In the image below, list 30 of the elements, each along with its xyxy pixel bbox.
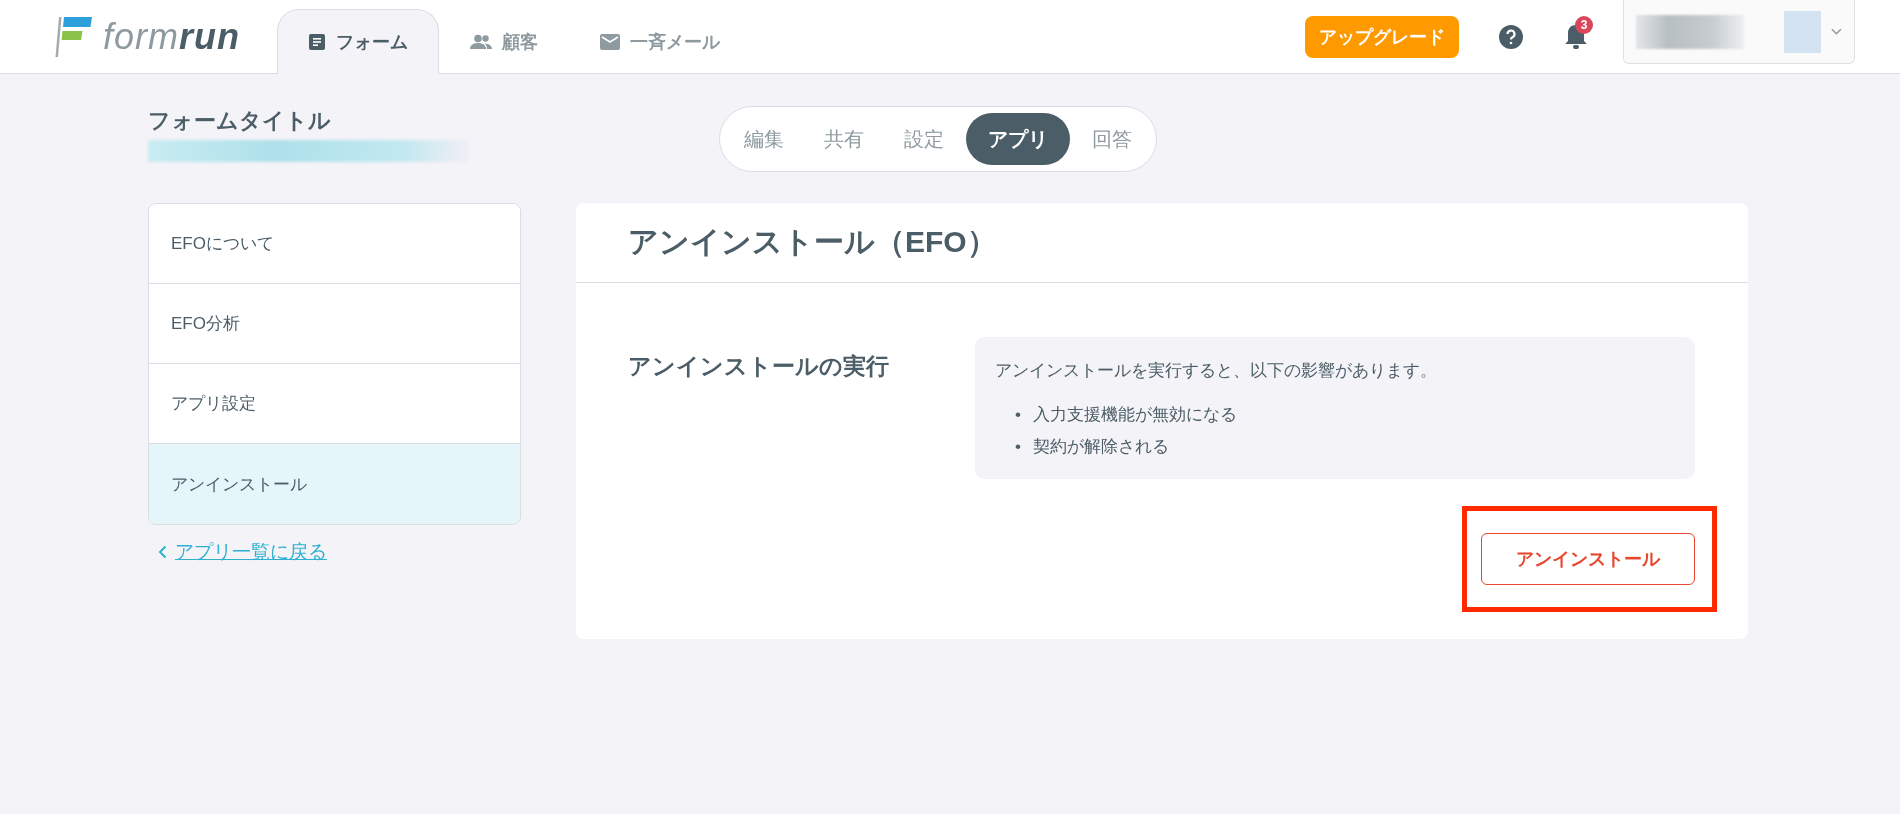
sidebar-item[interactable]: EFOについて (149, 204, 520, 284)
logo-wordmark: formrun (103, 15, 240, 58)
document-icon (308, 33, 326, 51)
effect-item: 契約が解除される (1032, 435, 1169, 458)
nav-tab[interactable]: フォーム (277, 9, 439, 74)
segment-tab[interactable]: 共有 (806, 113, 882, 165)
notice-text: アンインストールを実行すると、以下の影響があります。 (995, 360, 1438, 382)
form-title: フォームタイトル (148, 107, 332, 135)
bullet: • (1015, 404, 1021, 426)
help-icon[interactable] (1499, 24, 1523, 49)
card-title: アンインストール（EFO） (628, 224, 997, 260)
logo-flag-icon (55, 16, 93, 57)
bullet: • (1015, 435, 1021, 458)
avatar (1783, 10, 1822, 53)
effect-item: 入力支援機能が無効になる (1032, 404, 1237, 426)
mail-icon (600, 34, 620, 50)
segment-tab[interactable]: アプリ (966, 113, 1070, 165)
people-icon (470, 34, 492, 50)
notification-badge: 3 (1575, 15, 1593, 34)
segment-tab[interactable]: 編集 (726, 113, 802, 165)
chevron-down-icon (1831, 27, 1842, 36)
segment-tab[interactable]: 設定 (886, 113, 962, 165)
segment-tab[interactable]: 回答 (1074, 113, 1150, 165)
section-title: アンインストールの実行 (628, 352, 890, 381)
back-link[interactable]: アプリ一覧に戻る (175, 539, 327, 565)
uninstall-button[interactable]: アンインストール (1481, 533, 1695, 585)
nav-tab[interactable]: 顧客 (439, 9, 569, 74)
sidebar-item[interactable]: アンインストール (149, 444, 520, 524)
nav-tab[interactable]: 一斉メール (569, 9, 751, 74)
upgrade-button[interactable]: アップグレード (1305, 15, 1459, 58)
